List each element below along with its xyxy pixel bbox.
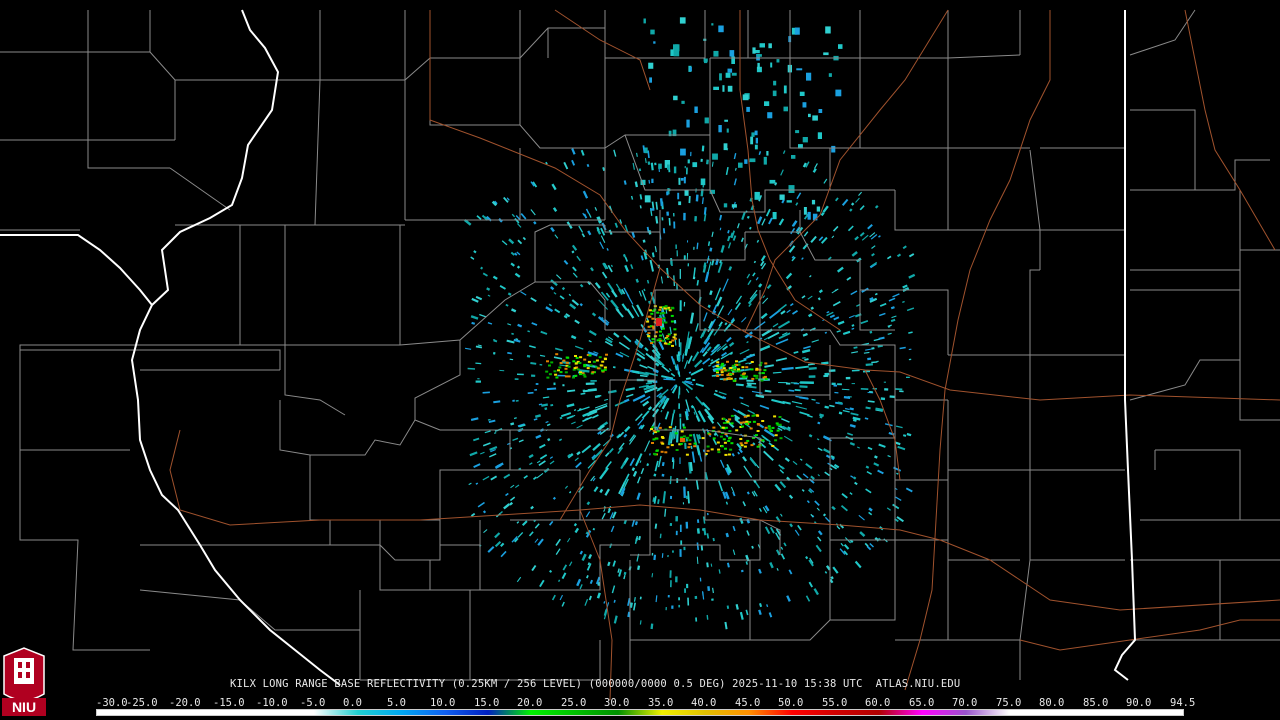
scale-tick-label: 94.5: [1170, 697, 1196, 709]
colorbar-segment: [97, 710, 141, 715]
colorbar-segment: [401, 710, 445, 715]
colorbar-segment: [618, 710, 662, 715]
colorbar-segment: [531, 710, 575, 715]
scale-tick-label: -10.0: [256, 697, 288, 709]
colorbar-segment: [140, 710, 184, 715]
niu-logo: NIU: [2, 647, 46, 716]
colorbar-segment: [748, 710, 792, 715]
colorbar-segment: [1139, 710, 1183, 715]
colorbar-segment: [270, 710, 315, 715]
colorbar-segment: [965, 710, 1010, 715]
scale-tick-labels: -30.0 -25.0 -20.0 -15.0 -10.0 -5.0 0.0 5.0 10.0 1…: [96, 697, 1196, 709]
scale-tick-label: -5.0: [300, 697, 326, 709]
colorbar-segment: [922, 710, 966, 715]
colorbar-segment: [444, 710, 488, 715]
scale-tick-label: 80.0: [1039, 697, 1065, 709]
colorbar-segment: [878, 710, 923, 715]
scale-tick-label: 5.0: [387, 697, 406, 709]
reflectivity-colorbar: [96, 709, 1184, 716]
scale-tick-label: 75.0: [996, 697, 1022, 709]
scale-tick-label: -20.0: [169, 697, 201, 709]
radar-map: NIU: [0, 0, 1280, 720]
colorbar-segment: [574, 710, 619, 715]
colorbar-segment: [1052, 710, 1097, 715]
scale-tick-label: 50.0: [778, 697, 804, 709]
scale-tick-label: 0.0: [343, 697, 362, 709]
colorbar-segment: [792, 710, 836, 715]
scale-tick-label: 40.0: [691, 697, 717, 709]
scale-tick-label: 90.0: [1126, 697, 1152, 709]
scale-tick-label: -25.0: [126, 697, 158, 709]
colorbar-segment: [183, 710, 228, 715]
scale-tick-label: 85.0: [1083, 697, 1109, 709]
scale-tick-label: 20.0: [517, 697, 543, 709]
scale-tick-label: 15.0: [474, 697, 500, 709]
scale-tick-label: 60.0: [865, 697, 891, 709]
radar-caption: KILX LONG RANGE BASE REFLECTIVITY (0.25K…: [230, 678, 961, 690]
scale-tick-label: 65.0: [909, 697, 935, 709]
scale-tick-label: -15.0: [213, 697, 245, 709]
colorbar-segment: [705, 710, 749, 715]
colorbar-segment: [835, 710, 879, 715]
logo-text: NIU: [12, 699, 36, 715]
scale-tick-label: 70.0: [952, 697, 978, 709]
scale-tick-label: 25.0: [561, 697, 587, 709]
colorbar-segment: [357, 710, 402, 715]
colorbar-segment: [1009, 710, 1053, 715]
scale-tick-label: 30.0: [604, 697, 630, 709]
colorbar-segment: [1096, 710, 1140, 715]
scale-tick-label: 35.0: [648, 697, 674, 709]
scale-tick-label: 10.0: [430, 697, 456, 709]
scale-tick-label: -30.0: [96, 697, 128, 709]
scale-tick-label: 55.0: [822, 697, 848, 709]
colorbar-segment: [227, 710, 271, 715]
scale-tick-label: 45.0: [735, 697, 761, 709]
colorbar-segment: [487, 710, 532, 715]
colorbar-segment: [661, 710, 706, 715]
colorbar-segment: [314, 710, 358, 715]
